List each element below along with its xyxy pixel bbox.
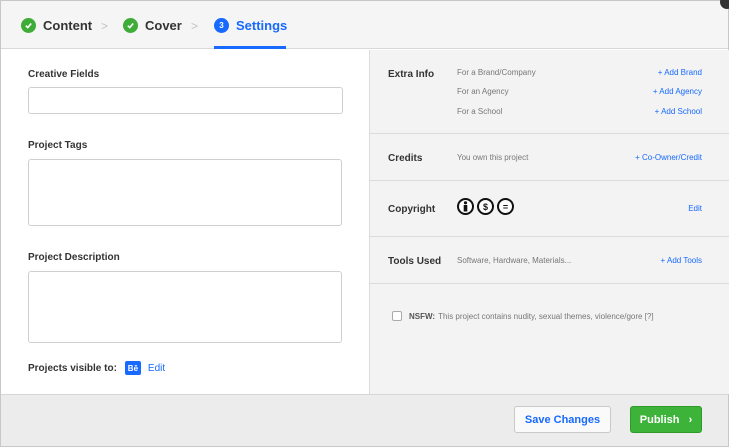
visibility-edit-link[interactable]: Edit — [148, 363, 165, 374]
step-header: Content > Cover > 3 Settings — [1, 1, 728, 49]
left-panel: Creative Fields Project Tags Project Des… — [1, 50, 369, 394]
cc-nc-icon: $ — [477, 198, 494, 215]
extra-info-label: Extra Info — [388, 69, 435, 80]
add-tools-link[interactable]: + Add Tools — [661, 256, 702, 265]
project-description-label: Project Description — [28, 252, 120, 263]
add-brand-link[interactable]: + Add Brand — [658, 68, 702, 77]
license-icons: $ = — [457, 198, 514, 215]
step-settings[interactable]: 3 Settings — [214, 18, 287, 33]
credits-text: You own this project — [457, 153, 529, 162]
add-school-link[interactable]: + Add School — [655, 107, 702, 116]
chevron-right-icon: › — [688, 413, 693, 426]
tools-used-section: Tools Used Software, Hardware, Materials… — [370, 237, 729, 284]
cc-by-icon — [457, 198, 474, 215]
step-label: Cover — [145, 18, 182, 33]
nsfw-label: NSFW: — [409, 311, 436, 321]
project-description-input[interactable] — [28, 271, 342, 343]
creative-fields-input[interactable] — [28, 87, 343, 114]
step-number-badge: 3 — [214, 18, 229, 33]
project-tags-label: Project Tags — [28, 140, 88, 151]
step-content[interactable]: Content — [21, 18, 92, 33]
step-cover[interactable]: Cover — [123, 18, 182, 33]
nsfw-option[interactable]: NSFW: This project contains nudity, sexu… — [392, 311, 654, 321]
visibility-label: Projects visible to: — [28, 362, 117, 374]
checkmark-icon — [123, 18, 138, 33]
nsfw-checkbox[interactable] — [392, 311, 402, 321]
creative-fields-label: Creative Fields — [28, 69, 100, 80]
project-settings-dialog: Content > Cover > 3 Settings Creative Fi… — [0, 0, 729, 447]
add-co-owner-link[interactable]: + Co-Owner/Credit — [635, 153, 702, 162]
copyright-section: Copyright $ = Edit — [370, 181, 729, 237]
publish-label: Publish — [639, 413, 680, 426]
extra-info-school-text: For a School — [457, 107, 503, 116]
behance-icon: Bē — [124, 361, 141, 375]
active-step-indicator — [214, 46, 286, 49]
step-label: Settings — [236, 18, 288, 33]
right-panel: Extra Info For a Brand/Company + Add Bra… — [369, 50, 729, 394]
visibility-row: Projects visible to: Bē Edit — [28, 361, 165, 375]
cc-nd-icon: = — [497, 198, 514, 215]
step-label: Content — [43, 18, 93, 33]
dialog-footer: Save Changes Publish › — [1, 394, 728, 446]
project-tags-input[interactable] — [28, 159, 342, 226]
nsfw-description: This project contains nudity, sexual the… — [438, 311, 654, 321]
chevron-right-icon: > — [191, 19, 199, 33]
copyright-label: Copyright — [388, 204, 436, 215]
credits-section: Credits You own this project + Co-Owner/… — [370, 134, 729, 181]
checkmark-icon — [21, 18, 36, 33]
add-agency-link[interactable]: + Add Agency — [653, 87, 702, 96]
tools-used-label: Tools Used — [388, 256, 442, 267]
extra-info-brand-text: For a Brand/Company — [457, 68, 536, 77]
chevron-right-icon: > — [101, 19, 109, 33]
publish-button[interactable]: Publish › — [630, 406, 702, 433]
copyright-edit-link[interactable]: Edit — [688, 204, 702, 213]
tools-used-text: Software, Hardware, Materials... — [457, 256, 572, 265]
extra-info-section: Extra Info For a Brand/Company + Add Bra… — [370, 50, 729, 134]
extra-info-agency-text: For an Agency — [457, 87, 509, 96]
save-changes-button[interactable]: Save Changes — [514, 406, 611, 433]
credits-label: Credits — [388, 153, 423, 164]
